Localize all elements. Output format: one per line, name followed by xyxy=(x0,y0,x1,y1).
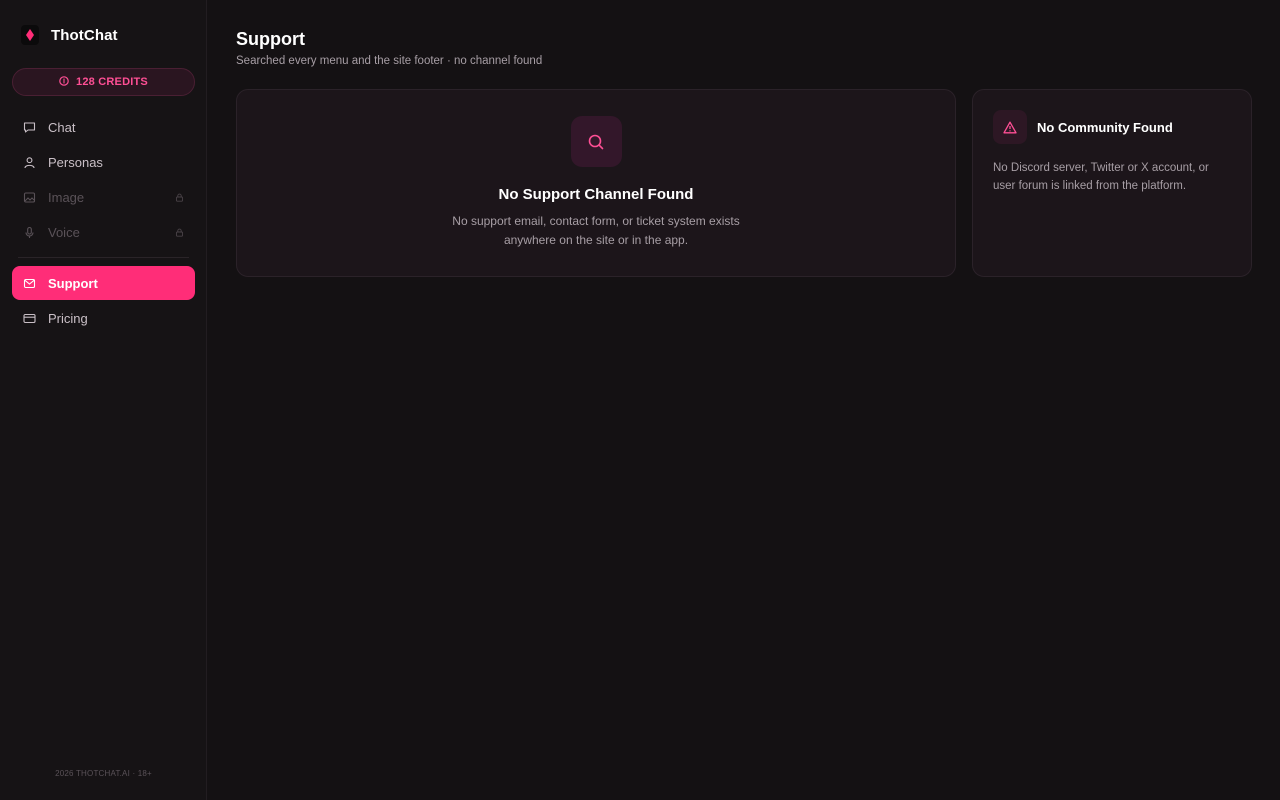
sidebar-item-voice[interactable]: Voice xyxy=(12,215,195,249)
sidebar-item-personas[interactable]: Personas xyxy=(12,145,195,179)
community-card-body: No Discord server, Twitter or X account,… xyxy=(993,162,1209,192)
coin-icon xyxy=(59,75,69,89)
mail-icon xyxy=(23,277,36,290)
sidebar-item-label: Pricing xyxy=(48,310,88,326)
sidebar-nav: Chat Personas Image Voice Support Pricin… xyxy=(12,110,195,336)
sidebar-item-label: Image xyxy=(48,189,85,205)
chat-bubble-icon xyxy=(23,121,36,134)
brand[interactable]: ThotChat xyxy=(21,25,118,45)
sidebar: ThotChat 128 CREDITS Chat Personas Image… xyxy=(0,0,207,800)
community-card-header: No Community Found xyxy=(993,110,1231,144)
microphone-icon xyxy=(23,226,36,239)
image-icon xyxy=(23,191,36,204)
nav-divider xyxy=(18,257,189,258)
lock-icon xyxy=(175,225,184,240)
sidebar-item-label: Chat xyxy=(48,119,76,135)
credits-button[interactable]: 128 CREDITS xyxy=(12,68,195,96)
sidebar-item-image[interactable]: Image xyxy=(12,180,195,214)
support-card-title: No Support Channel Found xyxy=(498,186,694,203)
search-icon xyxy=(570,116,622,167)
user-icon xyxy=(23,156,36,169)
page-title: Support xyxy=(236,29,305,49)
sidebar-item-pricing[interactable]: Pricing xyxy=(12,301,195,335)
lock-icon xyxy=(175,190,184,205)
sidebar-item-label: Personas xyxy=(48,154,103,170)
credit-card-icon xyxy=(23,312,36,325)
brand-logo-icon xyxy=(21,25,39,45)
sidebar-item-label: Voice xyxy=(48,224,80,240)
page-subtitle: Searched every menu and the site footer … xyxy=(236,55,543,67)
sidebar-item-support[interactable]: Support xyxy=(12,266,195,300)
main-content: Support Searched every menu and the site… xyxy=(207,0,1280,800)
warning-icon xyxy=(993,110,1027,144)
sidebar-item-label: Support xyxy=(48,275,98,291)
community-card: No Community Found No Discord server, Tw… xyxy=(972,89,1252,277)
brand-name: ThotChat xyxy=(51,26,118,44)
support-channel-card: No Support Channel Found No support emai… xyxy=(236,89,956,277)
app-root: ThotChat 128 CREDITS Chat Personas Image… xyxy=(0,0,1280,800)
support-card-body: No support email, contact form, or ticke… xyxy=(452,214,740,247)
sidebar-footer: 2026 THOTCHAT.AI · 18+ xyxy=(55,769,152,778)
sidebar-item-chat[interactable]: Chat xyxy=(12,110,195,144)
community-card-title: No Community Found xyxy=(1037,119,1173,135)
credits-label: 128 CREDITS xyxy=(76,76,148,88)
